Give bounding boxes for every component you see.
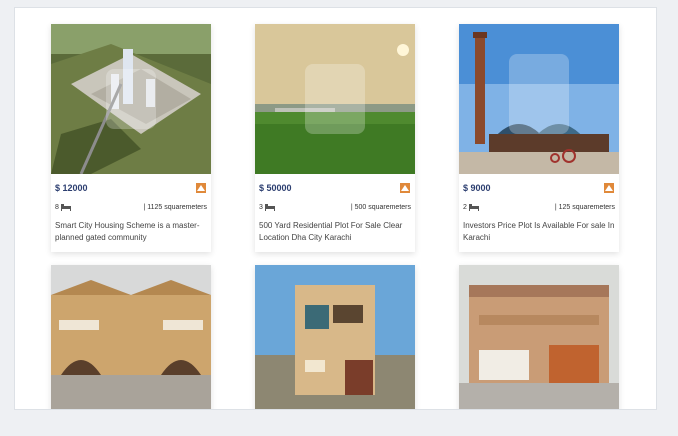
listing-card-5[interactable] (255, 265, 415, 409)
bed-icon (264, 203, 275, 211)
listing-photo-5[interactable] (255, 265, 415, 409)
bed-count: 3 (259, 203, 263, 211)
listing-card-2[interactable]: $ 50000 3 | 500 squaremeters 500 Yard Re… (255, 24, 415, 252)
agency-logo-icon (604, 183, 614, 193)
bed-icon (60, 203, 71, 211)
area-size: | 1125 squaremeters (143, 203, 207, 211)
agency-logo-icon (400, 183, 410, 193)
listing-title[interactable]: Investors Price Plot Is Available For sa… (463, 220, 615, 244)
listing-card-3[interactable]: $ 9000 2 | 125 squaremeters Investors Pr… (459, 24, 619, 252)
listing-photo-2[interactable] (255, 24, 415, 174)
agency-logo-icon (196, 183, 206, 193)
listing-photo-6[interactable] (459, 265, 619, 409)
listing-photo-4[interactable] (51, 265, 211, 409)
bed-count: 8 (55, 203, 59, 211)
listing-photo-1[interactable] (51, 24, 211, 174)
listing-title[interactable]: 500 Yard Residential Plot For Sale Clear… (259, 220, 411, 244)
listing-title[interactable]: Smart City Housing Scheme is a master-pl… (55, 220, 207, 244)
bed-count: 2 (463, 203, 467, 211)
listings-panel: $ 12000 8 | 1125 squaremeters Smart City… (14, 7, 657, 410)
area-size: | 500 squaremeters (350, 203, 411, 211)
bed-icon (468, 203, 479, 211)
listing-price: $ 9000 (463, 183, 491, 193)
area-size: | 125 squaremeters (554, 203, 615, 211)
listing-price: $ 12000 (55, 183, 88, 193)
listing-card-4[interactable] (51, 265, 211, 409)
listing-photo-3[interactable] (459, 24, 619, 174)
listing-price: $ 50000 (259, 183, 292, 193)
listing-card-1[interactable]: $ 12000 8 | 1125 squaremeters Smart City… (51, 24, 211, 252)
listing-card-6[interactable] (459, 265, 619, 409)
